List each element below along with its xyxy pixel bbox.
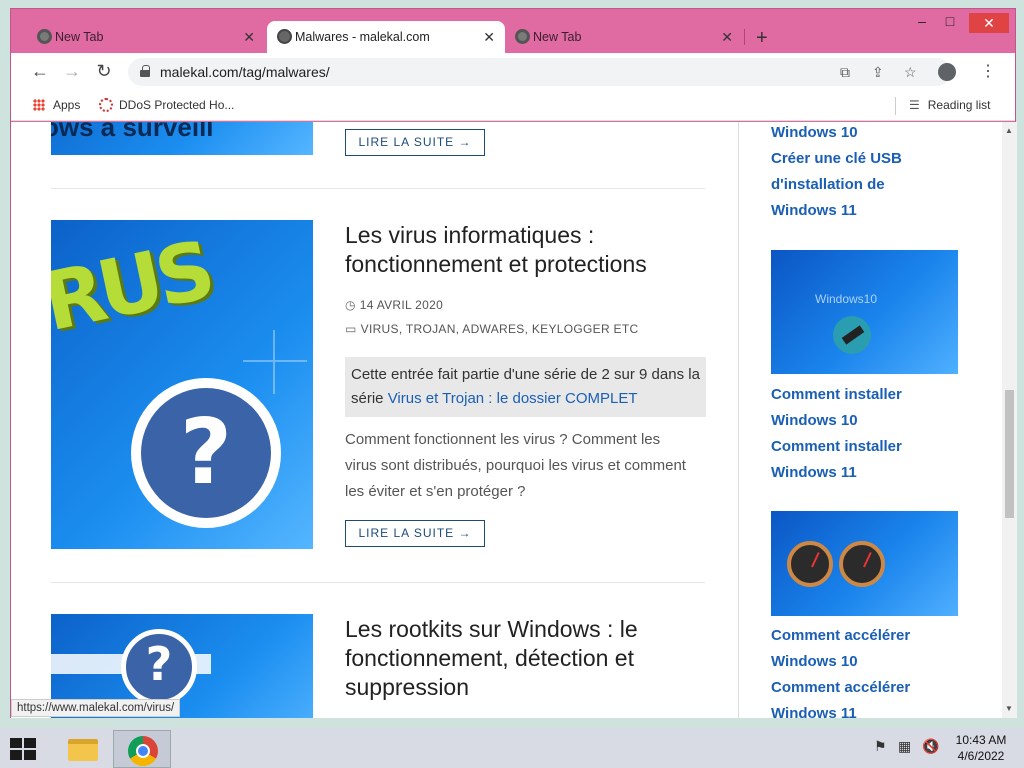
post-thumbnail[interactable]: ows à surveill — [51, 122, 313, 155]
address-url[interactable]: malekal.com/tag/malwares/ — [160, 64, 330, 80]
series-box: Cette entrée fait partie d'une série de … — [345, 357, 706, 417]
folder-icon — [68, 739, 98, 761]
tab-new-tab-1[interactable]: New Tab ✕ — [27, 21, 265, 53]
title-bar: New Tab ✕ Malwares - malekal.com ✕ New T… — [11, 9, 1015, 57]
browser-toolbar: ← → ↻ malekal.com/tag/malwares/ ⧉ ⇪ ☆ ⋮ — [11, 53, 1015, 91]
share-icon[interactable]: ⇪ — [872, 64, 884, 81]
chrome-favicon-icon — [37, 29, 52, 44]
taskbar-clock[interactable]: 10:43 AM 4/6/2022 — [946, 732, 1016, 764]
windows-logo-icon — [10, 738, 22, 748]
clock-date: 4/6/2022 — [957, 749, 1005, 763]
translate-icon[interactable]: ⧉ — [840, 64, 850, 81]
scrollbar-thumb[interactable] — [1005, 390, 1014, 518]
bookmark-star-icon[interactable]: ☆ — [904, 64, 917, 81]
read-more-button[interactable]: LIRE LA SUITE → — [345, 129, 485, 156]
close-tab-icon[interactable]: ✕ — [483, 29, 495, 46]
bookmark-apps[interactable]: Apps — [33, 98, 80, 112]
sidebar-link[interactable]: Comment installer Windows 11 — [771, 434, 921, 486]
network-icon[interactable]: ▦ — [898, 738, 911, 755]
post-date-text: 14 AVRIL 2020 — [359, 298, 444, 312]
post-title[interactable]: Les virus informatiques : fonctionnement… — [345, 221, 695, 279]
chrome-icon — [128, 736, 158, 766]
speed-gauge-icon — [787, 541, 833, 587]
question-mark-icon: ? — [121, 629, 197, 705]
tab-label: New Tab — [533, 30, 582, 44]
sidebar-link[interactable]: Windows 10 — [771, 122, 921, 146]
reload-icon[interactable]: ↻ — [93, 61, 115, 82]
page-scrollbar[interactable]: ▲ ▼ — [1002, 122, 1017, 718]
windows-logo-icon — [24, 738, 36, 748]
lock-icon[interactable] — [140, 65, 150, 77]
bookmark-ddos[interactable]: DDoS Protected Ho... — [99, 98, 234, 112]
close-tab-icon[interactable]: ✕ — [721, 29, 733, 46]
post-excerpt: Comment fonctionnent les virus ? Comment… — [345, 431, 686, 500]
globe-favicon-icon — [277, 29, 292, 44]
desktop-edge — [0, 56, 10, 176]
tab-label: New Tab — [55, 30, 104, 44]
start-button[interactable] — [10, 738, 38, 762]
question-mark-icon: ? — [131, 378, 281, 528]
post-thumbnail[interactable]: RUS ? — [51, 220, 313, 549]
speed-gauge-icon — [839, 541, 885, 587]
sidebar-thumbnail[interactable] — [771, 511, 958, 616]
reading-list-button[interactable]: Reading list — [909, 98, 991, 112]
windows-logo-icon — [243, 330, 307, 394]
sidebar-link[interactable]: Créer une clé USB d'installation de Wind… — [771, 146, 921, 224]
forward-arrow-icon[interactable]: → — [61, 61, 83, 82]
tab-malwares[interactable]: Malwares - malekal.com ✕ — [267, 21, 505, 53]
scroll-down-arrow-icon[interactable]: ▼ — [1005, 704, 1013, 713]
sidebar-link[interactable]: Comment accélérer Windows 11 — [771, 675, 931, 718]
tab-new-tab-2[interactable]: New Tab ✕ — [505, 21, 743, 53]
virus-text-graphic: RUS — [51, 223, 218, 350]
thumbnail-text: ows à surveill — [51, 122, 214, 142]
post-date: ◷ 14 AVRIL 2020 — [345, 298, 443, 312]
clock-time: 10:43 AM — [955, 733, 1007, 747]
folder-icon: ▭ — [345, 322, 357, 336]
address-bar[interactable]: malekal.com/tag/malwares/ ⧉ ⇪ ☆ — [128, 58, 951, 86]
browser-window: New Tab ✕ Malwares - malekal.com ✕ New T… — [10, 8, 1017, 718]
bookmarks-divider — [895, 97, 896, 115]
action-center-flag-icon[interactable]: ⚑ — [874, 738, 887, 755]
close-window-button[interactable]: ✕ — [969, 13, 1009, 33]
minimize-button[interactable]: – — [908, 13, 936, 29]
taskbar-chrome[interactable] — [113, 730, 171, 768]
post-divider — [51, 188, 705, 189]
close-tab-icon[interactable]: ✕ — [243, 29, 255, 46]
page-viewport: ows à surveill LIRE LA SUITE → RUS ? Les… — [11, 122, 1017, 718]
category-link[interactable]: VIRUS, TROJAN, ADWARES, KEYLOGGER ETC — [361, 322, 639, 336]
bookmarks-bar: Apps DDoS Protected Ho... Reading list — [11, 91, 1015, 121]
read-more-button[interactable]: LIRE LA SUITE → — [345, 520, 485, 547]
scroll-up-arrow-icon[interactable]: ▲ — [1005, 126, 1013, 135]
post-categories: ▭ VIRUS, TROJAN, ADWARES, KEYLOGGER ETC — [345, 322, 638, 336]
ddos-site-icon — [99, 98, 113, 112]
back-arrow-icon[interactable]: ← — [29, 61, 51, 82]
bookmark-label: DDoS Protected Ho... — [119, 98, 235, 112]
bookmark-label: Apps — [53, 98, 81, 112]
sidebar-link[interactable]: Comment accélérer Windows 10 — [771, 623, 931, 675]
sidebar-thumbnail[interactable]: Windows10 — [771, 250, 958, 374]
taskbar: ⚑ ▦ 🔇 10:43 AM 4/6/2022 — [0, 728, 1024, 768]
taskbar-file-explorer[interactable] — [52, 730, 110, 768]
kebab-menu-icon[interactable]: ⋮ — [980, 61, 996, 81]
tab-label: Malwares - malekal.com — [295, 30, 430, 44]
post-divider — [51, 582, 705, 583]
series-link[interactable]: Virus et Trojan : le dossier COMPLET — [388, 390, 638, 407]
volume-muted-icon[interactable]: 🔇 — [922, 738, 939, 755]
windows-logo-icon — [24, 750, 36, 760]
usb-key-icon — [833, 316, 871, 354]
sidebar-link[interactable]: Comment installer Windows 10 — [771, 382, 921, 434]
tab-separator — [744, 29, 745, 45]
apps-grid-icon — [33, 99, 45, 111]
maximize-button[interactable]: □ — [936, 13, 964, 29]
post-title[interactable]: Les rootkits sur Windows : le fonctionne… — [345, 615, 695, 702]
profile-avatar-icon[interactable] — [938, 63, 956, 81]
clock-icon: ◷ — [345, 298, 356, 312]
windows10-logo-text: Windows10 — [815, 292, 878, 306]
windows-logo-icon — [10, 750, 22, 760]
sidebar-divider — [738, 122, 739, 718]
new-tab-button[interactable]: + — [756, 27, 768, 50]
chrome-favicon-icon — [515, 29, 530, 44]
status-bar-url: https://www.malekal.com/virus/ — [11, 699, 181, 717]
